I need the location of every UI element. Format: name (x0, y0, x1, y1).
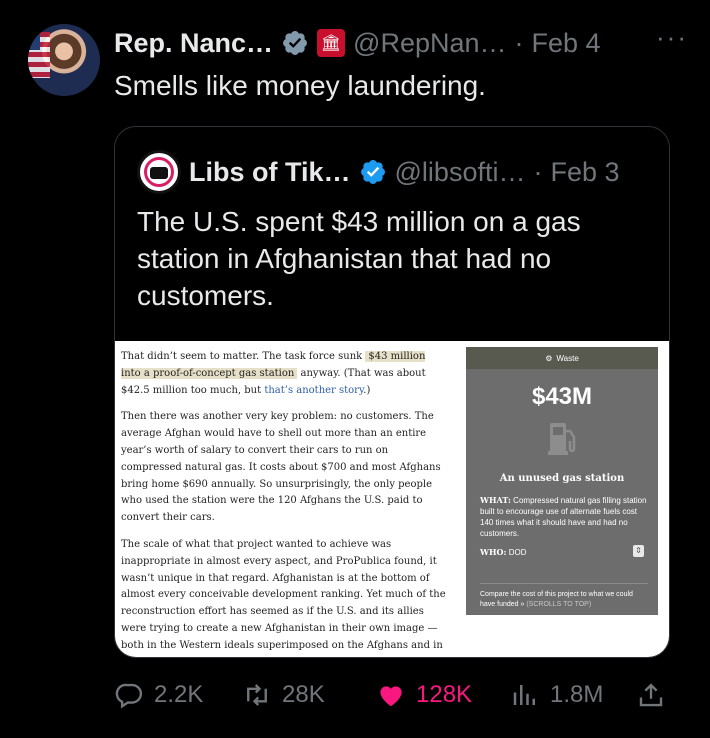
quoted-tweet-date[interactable]: Feb 3 (550, 157, 619, 188)
retweet-icon (247, 684, 267, 706)
retweet-count: 28K (282, 681, 325, 708)
card-topbar: ⚙ Waste (466, 347, 658, 369)
article-link: that’s another story (264, 384, 364, 396)
expand-toggle-icon: ⇕ (633, 545, 644, 557)
article-paragraph-2: Then there was another very key problem:… (121, 411, 441, 524)
quoted-tweet[interactable]: Libs of Tik… @libsofti… · Feb 3 The U.S.… (114, 126, 670, 658)
reply-button[interactable]: 2.2K (114, 680, 203, 710)
waste-info-card: ⚙ Waste $43M An unused gas station WHAT:… (466, 347, 658, 615)
quoted-header: Libs of Tik… @libsofti… · Feb 3 (137, 149, 620, 195)
tweet-header: Rep. Nanc… 🏛 @RepNan… · Feb 4 (114, 26, 601, 60)
article-paragraph-3: The scale of what that project wanted to… (121, 538, 446, 657)
quoted-author-handle[interactable]: @libsofti… (395, 157, 526, 188)
article-text-column: That didn’t seem to matter. The task for… (121, 349, 446, 657)
author-name[interactable]: Rep. Nanc… (114, 28, 273, 59)
author-handle[interactable]: @RepNan… (353, 28, 506, 59)
capitol-affiliation-icon: 🏛 (317, 29, 346, 57)
waste-icon: ⚙ (545, 353, 553, 363)
views-button[interactable]: 1.8M (510, 680, 603, 710)
article-screenshot-image[interactable]: That didn’t seem to matter. The task for… (115, 341, 669, 657)
views-icon (513, 685, 535, 705)
card-category: Waste (556, 353, 579, 363)
article-paragraph-1: That didn’t seem to matter. The task for… (121, 351, 426, 396)
quoted-author-name[interactable]: Libs of Tik… (189, 157, 351, 188)
card-who: WHO: DOD (480, 547, 527, 557)
card-footer: Compare the cost of this project to what… (480, 583, 648, 610)
tweet-date[interactable]: Feb 4 (532, 28, 601, 59)
header-separator: · (514, 27, 524, 58)
author-avatar[interactable] (28, 24, 100, 96)
share-button[interactable] (636, 680, 666, 710)
like-button[interactable]: 128K (376, 680, 472, 710)
more-options-icon[interactable]: ··· (656, 22, 688, 53)
retweet-button[interactable]: 28K (242, 680, 325, 710)
card-amount: $43M (531, 383, 593, 410)
quoted-header-separator: · (533, 156, 543, 187)
view-count: 1.8M (550, 681, 604, 708)
tweet-text: Smells like money laundering. (114, 70, 486, 101)
gas-pump-icon (548, 423, 576, 455)
verified-badge-icon (360, 160, 385, 184)
verified-badge-icon (283, 31, 308, 55)
quoted-author-avatar[interactable] (137, 150, 181, 194)
reply-count: 2.2K (154, 681, 204, 708)
card-title: An unused gas station (499, 473, 625, 484)
tweet-action-bar: 2.2K 28K 128K 1.8M (114, 680, 670, 720)
heart-icon (380, 686, 402, 707)
card-what: WHAT: Compressed natural gas filling sta… (480, 495, 647, 538)
reply-icon (115, 683, 143, 709)
quoted-tweet-text: The U.S. spent $43 million on a gas stat… (137, 206, 581, 311)
share-icon (639, 683, 663, 707)
like-count: 128K (416, 681, 473, 708)
